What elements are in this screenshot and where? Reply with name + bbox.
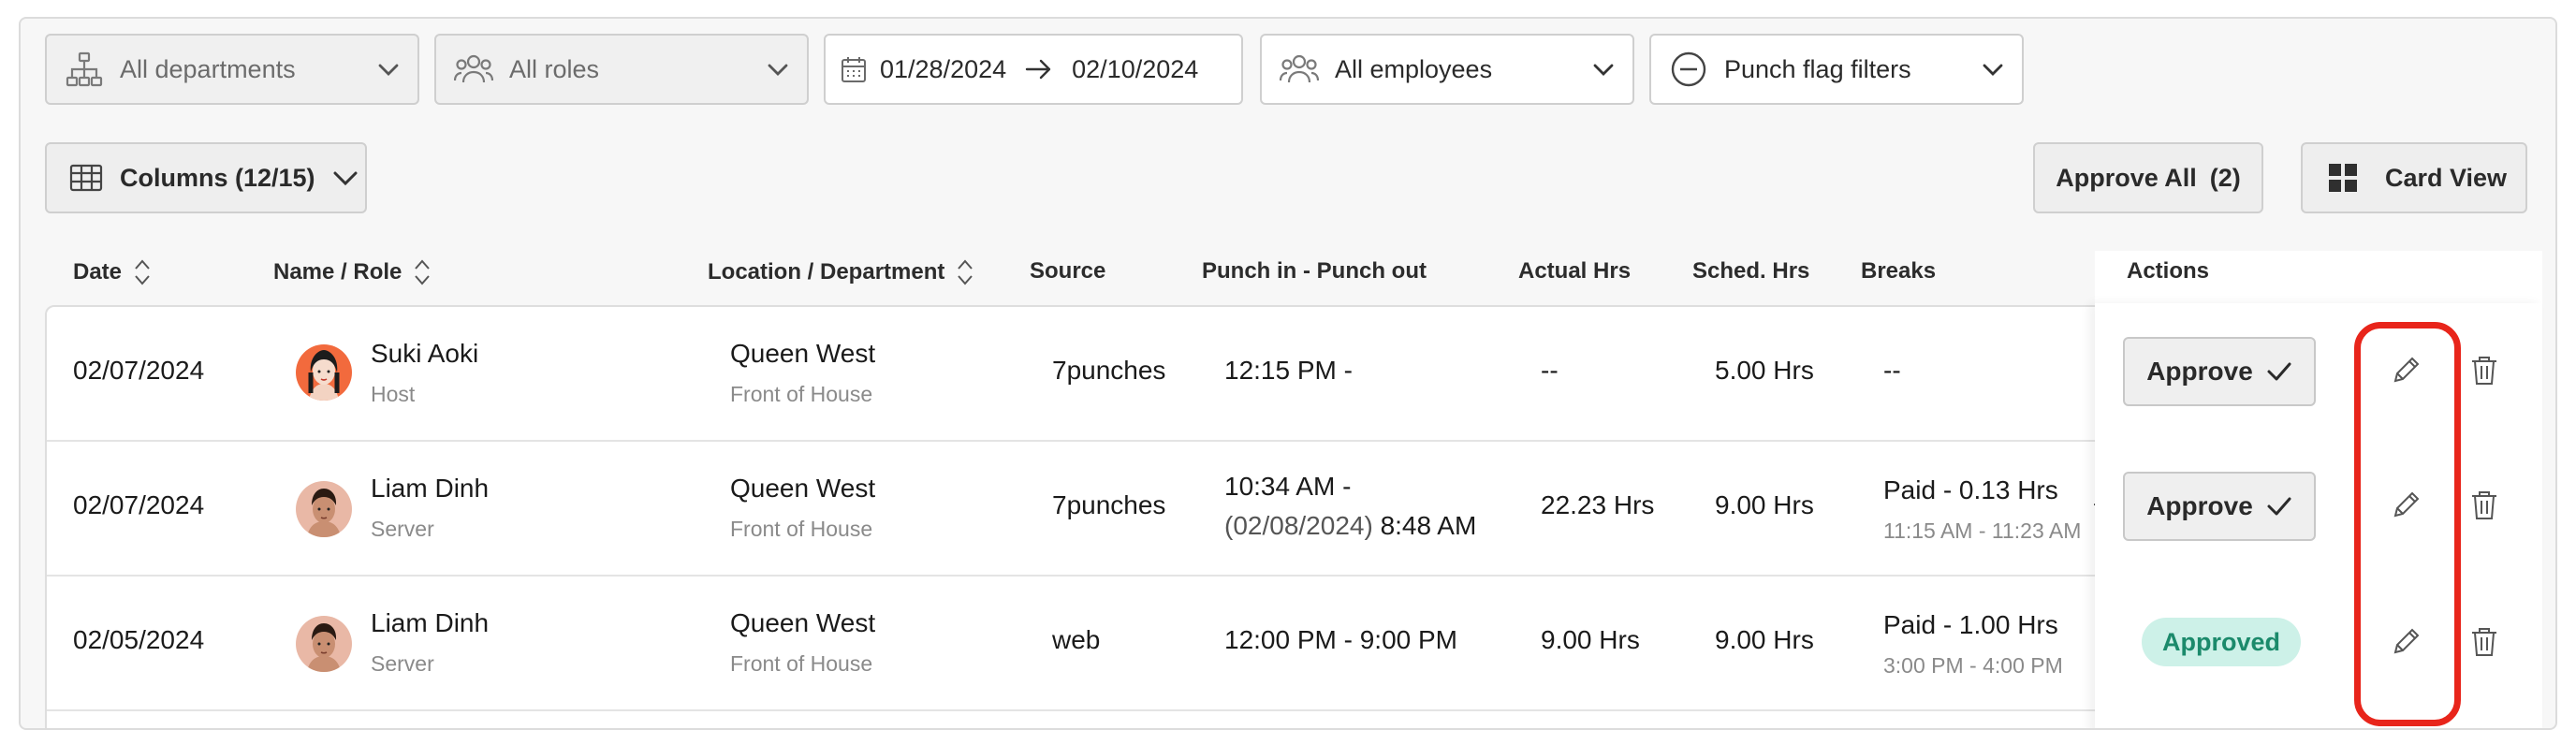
column-header-date[interactable]: Date [73,258,152,286]
card-view-label: Card View [2385,163,2508,192]
card-view-button[interactable]: Card View [2301,142,2527,213]
trash-icon[interactable] [2464,485,2505,526]
approve-all-label: Approve All [2056,163,2197,192]
sort-icon [413,258,432,286]
date-end: 02/10/2024 [1072,54,1199,83]
source-cell: 7punches [1052,490,1166,519]
calendar-icon [839,51,869,88]
departments-filter-label: All departments [120,54,296,83]
approve-all-button[interactable]: Approve All (2) [2033,142,2263,213]
columns-button[interactable]: Columns (12/15) [45,142,367,213]
punch-out-date: (02/08/2024) [1224,511,1373,540]
table-grid-icon [69,164,103,192]
employees-filter-label: All employees [1335,54,1493,83]
department-name: Front of House [730,382,873,406]
actions-column: Approve Approve Approved [2095,303,2542,728]
arrow-right-icon [1025,58,1053,80]
minus-circle-icon [1668,51,1709,88]
avatar [296,616,352,672]
department-name: Front of House [730,517,873,541]
timesheet-panel: All departments All roles 01/28/2024 02/… [19,17,2557,730]
departments-filter[interactable]: All departments [45,34,419,105]
employee-name: Liam Dinh [371,474,490,503]
punch-out-time: 8:48 AM [1380,511,1477,540]
sort-icon [133,258,152,286]
break-summary: Paid - 1.00 Hrs [1883,610,2058,639]
approve-button[interactable]: Approve [2123,337,2316,406]
org-chart-icon [64,51,105,88]
source-cell: web [1052,625,1101,654]
column-header-name-role[interactable]: Name / Role [273,258,432,286]
chevron-down-icon [374,55,402,83]
column-header-actual-hrs: Actual Hrs [1518,258,1632,284]
break-summary: Paid - 0.13 Hrs [1883,475,2058,504]
sched-hrs-cell: 9.00 Hrs [1715,625,1814,654]
edit-column-highlight [2354,322,2461,726]
employee-name: Suki Aoki [371,339,479,368]
punch-in-cell: 10:34 AM - [1224,472,1352,501]
approved-status-badge: Approved [2142,618,2301,666]
column-header-breaks: Breaks [1861,258,1937,284]
employee-role: Host [371,382,416,406]
employee-role: Server [371,651,434,676]
chevron-down-icon [764,55,792,83]
column-header-sched-hrs: Sched. Hrs [1692,258,1810,284]
breaks-cell: -- [1883,356,1901,385]
employee-role: Server [371,517,434,541]
column-header-source: Source [1030,258,1106,284]
location-name: Queen West [730,608,876,637]
punch-flag-filter-label: Punch flag filters [1724,54,1911,83]
approve-all-count: (2) [2209,163,2241,192]
people-icon [1279,51,1320,88]
date-start: 01/28/2024 [880,54,1007,83]
employees-filter[interactable]: All employees [1260,34,1634,105]
column-header-location-department[interactable]: Location / Department [708,258,974,286]
people-icon [453,51,494,88]
department-name: Front of House [730,651,873,676]
sort-icon [956,258,974,286]
checkmark-icon [2266,496,2292,517]
date-cell: 02/05/2024 [73,625,205,654]
trash-icon[interactable] [2464,621,2505,663]
sched-hrs-cell: 5.00 Hrs [1715,356,1814,385]
actual-hrs-cell: 22.23 Hrs [1541,490,1655,519]
date-cell: 02/07/2024 [73,490,205,519]
punch-flag-filter[interactable]: Punch flag filters [1649,34,2024,105]
actual-hrs-cell: 9.00 Hrs [1541,625,1640,654]
chevron-down-icon [332,169,359,186]
avatar [296,344,352,401]
break-time-range: 11:15 AM - 11:23 AM [1883,518,2082,543]
checkmark-icon [2266,361,2292,382]
source-cell: 7punches [1052,356,1166,385]
date-range-picker[interactable]: 01/28/2024 02/10/2024 [824,34,1243,105]
punch-cell: 12:00 PM - 9:00 PM [1224,625,1458,654]
trash-icon[interactable] [2464,350,2505,391]
columns-label: Columns (12/15) [120,163,315,192]
roles-filter[interactable]: All roles [434,34,809,105]
column-header-punch: Punch in - Punch out [1202,258,1427,284]
approve-button[interactable]: Approve [2123,472,2316,541]
punch-out-cell: (02/08/2024) 8:48 AM [1224,511,1476,541]
grid-icon [2329,164,2357,192]
break-time-range: 3:00 PM - 4:00 PM [1883,653,2063,678]
roles-filter-label: All roles [509,54,600,83]
employee-name: Liam Dinh [371,608,490,637]
sched-hrs-cell: 9.00 Hrs [1715,490,1814,519]
avatar [296,481,352,537]
location-name: Queen West [730,339,876,368]
date-cell: 02/07/2024 [73,356,205,385]
chevron-down-icon [1589,55,1617,83]
punch-cell: 12:15 PM - [1224,356,1353,385]
location-name: Queen West [730,474,876,503]
actual-hrs-cell: -- [1541,356,1559,385]
column-header-actions: Actions [2127,258,2210,284]
chevron-down-icon [1979,55,2007,83]
